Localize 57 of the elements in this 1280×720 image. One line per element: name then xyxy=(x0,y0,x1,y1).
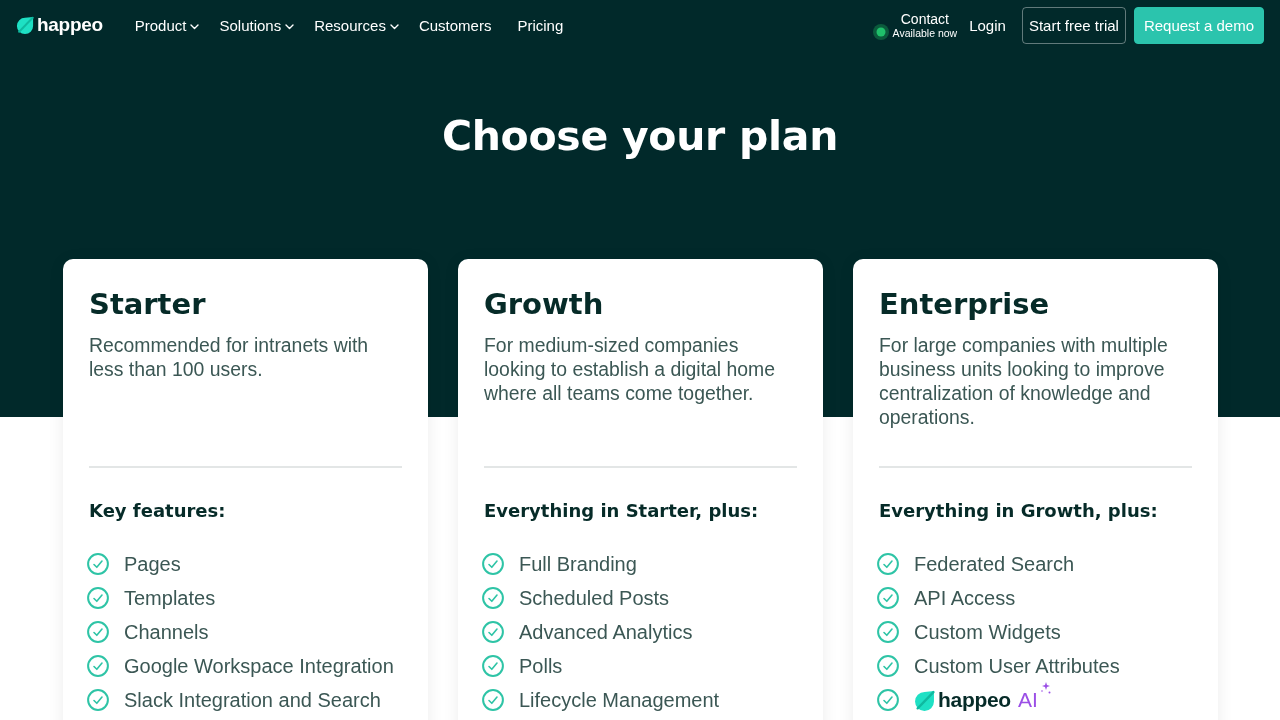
availability-text: Available now xyxy=(892,26,958,40)
feature-text: Advanced Analytics xyxy=(519,620,693,644)
plan-name: Growth xyxy=(484,286,605,323)
nav-link[interactable]: Product xyxy=(134,16,200,34)
sparkle-icon xyxy=(1040,682,1051,694)
plan-description: For large companies with multiple business units looking to improve centralization of knowledge and operations. xyxy=(879,333,1169,429)
plan-description: For medium-sized companies looking to establish a digital home where all teams come together. xyxy=(484,333,777,405)
logo-text: happeo xyxy=(938,688,1011,712)
logo-text[interactable]: happeo xyxy=(37,14,103,36)
check-circle-icon xyxy=(87,587,109,609)
nav-link[interactable]: Pricing xyxy=(517,16,564,34)
nav-link[interactable]: Solutions xyxy=(219,16,295,34)
feature-text: Polls xyxy=(519,654,563,678)
plan-name: Enterprise xyxy=(879,286,1051,323)
feature-text: Templates xyxy=(124,586,216,610)
contact-link[interactable]: Contact xyxy=(900,10,949,27)
feature-text: Full Branding xyxy=(519,552,637,576)
features-heading: Everything in Growth, plus: xyxy=(879,499,1159,523)
check-circle-icon xyxy=(87,621,109,643)
feature-text: Scheduled Posts xyxy=(519,586,670,610)
check-circle-icon xyxy=(87,655,109,677)
features-heading: Everything in Starter, plus: xyxy=(484,499,760,523)
leaf-icon xyxy=(914,689,935,711)
check-circle-icon xyxy=(877,689,899,711)
check-circle-icon xyxy=(482,553,504,575)
nav-link[interactable]: Resources xyxy=(314,16,399,34)
check-circle-icon xyxy=(877,587,899,609)
ai-label: AI xyxy=(1017,688,1038,712)
feature-text: Custom User Attributes xyxy=(914,654,1120,678)
free-trial-button[interactable]: Start free trial xyxy=(1021,6,1126,44)
check-circle-icon xyxy=(87,689,109,711)
plan-description: Recommended for intranets with less than 100 users. xyxy=(89,333,370,381)
nav-link[interactable]: Customers xyxy=(418,16,492,34)
feature-text: Channels xyxy=(124,620,209,644)
feature-text: Lifecycle Management xyxy=(519,688,720,712)
login-link[interactable]: Login xyxy=(969,16,1006,34)
feature-text: Federated Search xyxy=(914,552,1075,576)
chevron-down-icon xyxy=(389,23,399,30)
feature-text: Slack Integration and Search xyxy=(124,688,381,712)
feature-text: API Access xyxy=(914,586,1016,610)
features-heading: Key features: xyxy=(89,499,227,523)
check-circle-icon xyxy=(482,689,504,711)
check-circle-icon xyxy=(482,621,504,643)
feature-text: Google Workspace Integration xyxy=(124,654,394,678)
plan-name: Starter xyxy=(89,286,207,323)
page-title: Choose your plan xyxy=(440,111,840,162)
leaf-icon xyxy=(16,16,34,34)
check-circle-icon xyxy=(877,553,899,575)
check-circle-icon xyxy=(482,587,504,609)
check-circle-icon xyxy=(87,553,109,575)
feature-text: Pages xyxy=(124,552,181,576)
chevron-down-icon xyxy=(285,23,295,30)
check-circle-icon xyxy=(877,655,899,677)
chevron-down-icon xyxy=(190,23,200,30)
feature-text: Custom Widgets xyxy=(914,620,1061,644)
check-circle-icon xyxy=(877,621,899,643)
check-circle-icon xyxy=(482,655,504,677)
